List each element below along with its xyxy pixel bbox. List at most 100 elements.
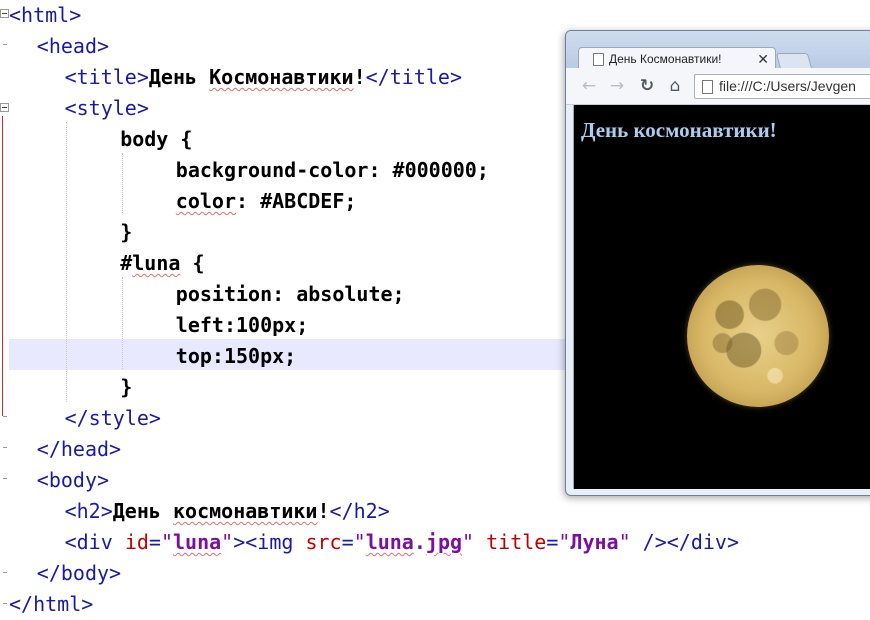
code-line: </style> — [65, 403, 161, 434]
code-token: # — [120, 251, 133, 275]
code-line: body { — [120, 124, 192, 155]
tab-strip: День Космонавтики! ✕ — [566, 31, 870, 70]
code-line: </head> — [37, 434, 121, 465]
code-token: </body> — [36, 561, 122, 585]
code-token: left:100px; — [175, 313, 309, 337]
code-token: position: absolute; — [175, 282, 405, 306]
code-token: luna — [173, 530, 222, 554]
code-line: </html> — [9, 589, 93, 620]
code-token: body { — [120, 127, 193, 151]
code-token: <div — [64, 530, 125, 554]
code-token: </html> — [9, 592, 94, 616]
code-line: <title>День Космонавтики!</title> — [65, 62, 462, 93]
code-line: background-color: #000000; — [176, 155, 489, 186]
url-text: file:///C:/Users/Jevgen — [719, 78, 856, 94]
code-token: = — [148, 530, 161, 554]
browser-tab[interactable]: День Космонавтики! ✕ — [578, 47, 776, 70]
code-token: { — [180, 251, 205, 275]
code-token: = — [341, 530, 354, 554]
code-token: <style> — [64, 96, 149, 120]
code-token: title — [474, 530, 547, 554]
page-viewport: День космонавтики! — [573, 105, 870, 489]
code-token: Космонавтики — [209, 65, 354, 89]
fold-tick — [3, 478, 7, 479]
code-token: jpg — [425, 530, 463, 554]
code-token: = — [546, 530, 559, 554]
code-token: <title> — [64, 65, 149, 89]
code-token: background-color: #000000; — [175, 158, 489, 182]
reload-icon[interactable]: ↻ — [636, 75, 658, 97]
code-token: . — [413, 530, 426, 554]
code-token: /></div> — [630, 530, 740, 554]
code-token: <h2> — [64, 499, 113, 523]
fold-tick — [3, 44, 7, 45]
code-token: </title> — [365, 65, 462, 89]
code-token: luna — [132, 251, 181, 275]
code-token: День — [148, 65, 210, 89]
code-line: #luna { — [120, 248, 204, 279]
page-icon — [593, 53, 604, 66]
code-line: <h2>День космонавтики!</h2> — [65, 496, 390, 527]
address-bar[interactable]: file:///C:/Users/Jevgen — [694, 74, 870, 99]
fold-tick — [3, 416, 7, 417]
code-token: <body> — [36, 468, 110, 492]
code-line: position: absolute; — [176, 279, 405, 310]
moon-image — [687, 265, 829, 407]
code-line: <body> — [37, 465, 109, 496]
tab-title: День Космонавтики! — [609, 52, 722, 66]
fold-gutter — [0, 0, 9, 617]
indent-guide — [122, 153, 123, 213]
code-token: } — [120, 375, 133, 399]
browser-window[interactable]: День Космонавтики! ✕ ← → ↻ ⌂ file:///C:/… — [565, 30, 870, 496]
home-icon[interactable]: ⌂ — [664, 75, 686, 97]
code-token: " — [462, 530, 475, 554]
code-line: } — [120, 372, 132, 403]
code-line: color: #ABCDEF; — [176, 186, 357, 217]
forward-arrow-icon[interactable]: → — [606, 75, 628, 97]
code-line: <html> — [9, 0, 81, 31]
code-line: <style> — [65, 93, 149, 124]
code-line: left:100px; — [176, 310, 308, 341]
code-token: ! — [353, 65, 366, 89]
code-token: ><img — [233, 530, 306, 554]
code-token: " — [558, 530, 571, 554]
code-line: <head> — [37, 31, 109, 62]
fold-toggle-html[interactable] — [0, 9, 9, 18]
page-icon — [702, 80, 713, 94]
browser-toolbar: ← → ↻ ⌂ file:///C:/Users/Jevgen — [566, 68, 870, 105]
code-token: src — [305, 530, 342, 554]
code-token: color — [175, 189, 237, 213]
fold-tick — [3, 603, 7, 604]
code-token: } — [120, 220, 133, 244]
new-tab-button[interactable] — [775, 53, 813, 69]
code-token: </h2> — [329, 499, 390, 523]
indent-guide — [122, 277, 123, 369]
code-token: День — [112, 499, 173, 523]
back-arrow-icon[interactable]: ← — [578, 75, 600, 97]
fold-toggle-style[interactable] — [0, 103, 9, 112]
code-token: <html> — [9, 3, 82, 27]
code-token: " — [160, 530, 173, 554]
code-token: top:150px; — [175, 344, 297, 368]
indent-guide — [66, 122, 67, 402]
fold-range-style — [2, 116, 3, 416]
code-token: <head> — [36, 34, 110, 58]
code-line: <div id="luna"><img src="luna.jpg" title… — [65, 527, 739, 558]
close-icon[interactable]: ✕ — [757, 48, 769, 70]
code-token: Луна — [570, 530, 619, 554]
code-token: " — [618, 530, 631, 554]
code-token: luna — [365, 530, 414, 554]
code-line: top:150px; — [176, 341, 296, 372]
fold-tick — [3, 572, 7, 573]
page-heading: День космонавтики! — [581, 118, 777, 142]
code-token: космонавтики — [172, 499, 318, 523]
code-token: ! — [317, 499, 330, 523]
code-token: id — [124, 530, 149, 554]
code-line: } — [120, 217, 132, 248]
code-token: </style> — [64, 406, 161, 430]
code-token: </head> — [36, 437, 122, 461]
code-token: : #ABCDEF; — [236, 189, 357, 213]
code-token: " — [353, 530, 366, 554]
code-token: " — [221, 530, 234, 554]
fold-tick — [3, 447, 7, 448]
